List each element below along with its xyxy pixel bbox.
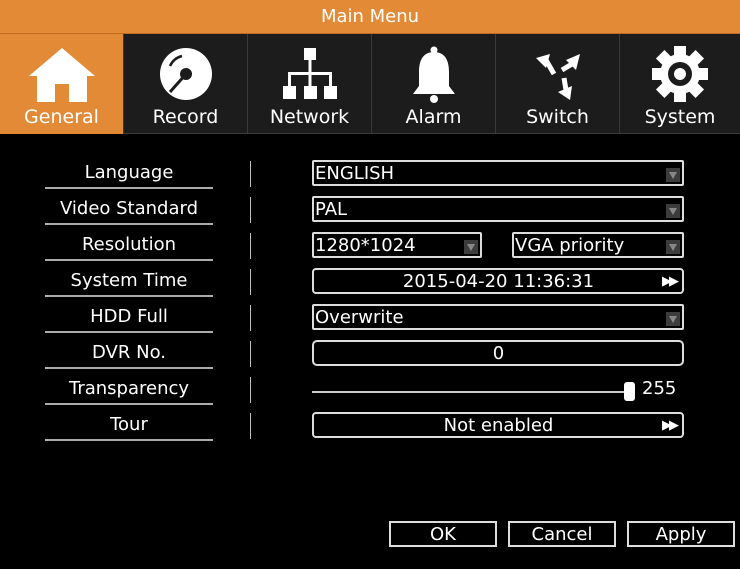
- dropdown-arrow-icon: [666, 168, 680, 182]
- language-select[interactable]: ENGLISH: [312, 160, 684, 186]
- bell-icon: [399, 44, 469, 104]
- resolution-row: Resolution 1280*1024 VGA priority: [0, 229, 740, 265]
- tab-general[interactable]: General: [0, 34, 124, 134]
- row-divider: [250, 269, 251, 295]
- disc-icon: [151, 44, 221, 104]
- dvr-no-input[interactable]: 0: [312, 340, 684, 366]
- tab-alarm[interactable]: Alarm: [372, 34, 496, 134]
- output-priority-select[interactable]: VGA priority: [512, 232, 684, 258]
- tab-record[interactable]: Record: [124, 34, 248, 134]
- row-divider: [250, 233, 251, 259]
- dropdown-arrow-icon: [666, 204, 680, 218]
- tour-label: Tour: [45, 409, 213, 441]
- tab-network-label: Network: [269, 106, 350, 128]
- apply-button[interactable]: Apply: [627, 521, 735, 547]
- system-time-label: System Time: [45, 265, 213, 297]
- tab-switch[interactable]: Switch: [496, 34, 620, 134]
- window-title: Main Menu: [0, 0, 740, 34]
- video-standard-row: Video Standard PAL: [0, 193, 740, 229]
- dvr-no-label: DVR No.: [45, 337, 213, 369]
- transparency-row: Transparency 255: [0, 373, 740, 409]
- transparency-value: 255: [642, 378, 677, 399]
- hdd-full-row: HDD Full Overwrite: [0, 301, 740, 337]
- resolution-label: Resolution: [45, 229, 213, 261]
- dropdown-arrow-icon: [666, 240, 680, 254]
- tab-switch-label: Switch: [526, 106, 589, 128]
- row-divider: [250, 413, 251, 439]
- language-row: Language ENGLISH: [0, 157, 740, 193]
- language-label: Language: [45, 157, 213, 189]
- tour-button[interactable]: Not enabled ▶▶: [312, 412, 684, 438]
- gear-icon: [645, 44, 715, 104]
- tab-general-label: General: [24, 106, 99, 128]
- transparency-label: Transparency: [45, 373, 213, 405]
- row-divider: [250, 341, 251, 367]
- row-divider: [250, 305, 251, 331]
- row-divider: [250, 197, 251, 223]
- row-divider: [250, 161, 251, 187]
- tab-alarm-label: Alarm: [405, 106, 462, 128]
- system-time-value: 2015-04-20 11:36:31: [402, 270, 595, 292]
- tour-row: Tour Not enabled ▶▶: [0, 409, 740, 445]
- system-time-button[interactable]: 2015-04-20 11:36:31 ▶▶: [312, 268, 684, 294]
- tab-record-label: Record: [152, 106, 219, 128]
- dropdown-arrow-icon: [666, 312, 680, 326]
- hdd-full-value: Overwrite: [315, 306, 404, 328]
- switch-arrows-icon: [523, 44, 593, 104]
- tab-network[interactable]: Network: [248, 34, 372, 134]
- transparency-slider-track[interactable]: [312, 391, 630, 393]
- tab-system[interactable]: System: [620, 34, 740, 134]
- dropdown-arrow-icon: [464, 240, 478, 254]
- dvr-no-row: DVR No. 0: [0, 337, 740, 373]
- cancel-button[interactable]: Cancel: [508, 521, 616, 547]
- dvr-no-value: 0: [492, 342, 505, 364]
- ok-button[interactable]: OK: [389, 521, 497, 547]
- language-value: ENGLISH: [315, 162, 395, 184]
- hdd-full-label: HDD Full: [45, 301, 213, 333]
- fast-forward-icon: ▶▶: [662, 274, 679, 289]
- tab-system-label: System: [644, 106, 716, 128]
- home-icon: [27, 44, 97, 104]
- system-time-row: System Time 2015-04-20 11:36:31 ▶▶: [0, 265, 740, 301]
- output-priority-value: VGA priority: [515, 234, 625, 256]
- tour-value: Not enabled: [443, 414, 554, 436]
- network-icon: [275, 44, 345, 104]
- video-standard-value: PAL: [315, 198, 348, 220]
- transparency-slider-handle[interactable]: [624, 382, 635, 401]
- main-tabs: General Record Network Alarm Switch Syst…: [0, 34, 740, 134]
- hdd-full-select[interactable]: Overwrite: [312, 304, 684, 330]
- general-settings-panel: Language ENGLISH Video Standard PAL Reso…: [0, 135, 740, 569]
- resolution-select[interactable]: 1280*1024: [312, 232, 482, 258]
- fast-forward-icon: ▶▶: [662, 418, 679, 433]
- resolution-value: 1280*1024: [315, 234, 416, 256]
- video-standard-select[interactable]: PAL: [312, 196, 684, 222]
- row-divider: [250, 377, 251, 403]
- video-standard-label: Video Standard: [45, 193, 213, 225]
